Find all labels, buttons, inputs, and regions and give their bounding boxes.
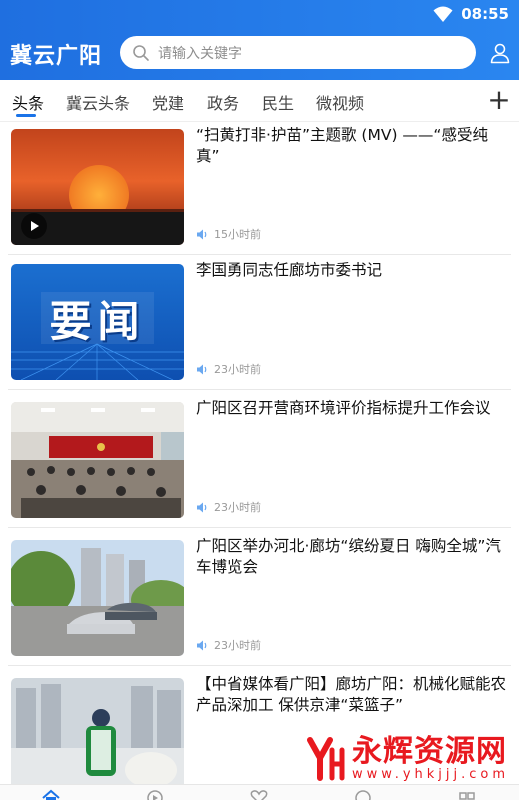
app-title: 冀云广阳	[10, 44, 103, 69]
play-video-icon[interactable]	[21, 213, 47, 239]
home-icon[interactable]	[42, 789, 60, 800]
watermark-url: www.yhkjjj.com	[352, 767, 510, 782]
news-item[interactable]: 广阳区召开营商环境评价指标提升工作会议 23小时前	[0, 394, 519, 528]
tab-livelihood[interactable]: 民生	[262, 90, 294, 114]
news-meta: 15小时前	[196, 226, 261, 242]
video-icon[interactable]	[146, 789, 164, 800]
news-thumbnail-factory	[11, 678, 184, 794]
news-time: 23小时前	[214, 501, 261, 514]
news-title: 【中省媒体看广阳】廊坊广阳：机械化赋能农产品深加工 保供京津“菜篮子”	[196, 675, 507, 714]
search-input[interactable]: 请输入关键字	[120, 36, 476, 69]
tab-indicator	[16, 114, 36, 117]
watermark-name: 永辉资源网	[352, 734, 507, 769]
news-title: 广阳区举办河北·廊坊“缤纷夏日 嗨购全城”汽车博览会	[196, 537, 501, 576]
add-channel-icon[interactable]: +	[487, 86, 511, 114]
news-meta: 23小时前	[196, 637, 261, 653]
news-time: 23小时前	[214, 639, 261, 652]
speaker-icon[interactable]	[196, 363, 209, 376]
news-title: 广阳区召开营商环境评价指标提升工作会议	[196, 399, 491, 417]
search-icon	[133, 44, 149, 61]
watermark: 永辉资源网 www.yhkjjj.com	[306, 736, 509, 782]
bottom-nav	[0, 784, 519, 800]
status-time: 08:55	[461, 5, 509, 23]
yaowen-label: 要闻	[49, 297, 146, 346]
speaker-icon[interactable]	[196, 501, 209, 514]
divider	[8, 254, 511, 255]
header: 冀云广阳 请输入关键字	[0, 36, 519, 70]
tab-party-building[interactable]: 党建	[152, 90, 184, 114]
heart-icon[interactable]	[250, 789, 268, 800]
user-icon[interactable]	[489, 42, 511, 64]
divider	[8, 665, 511, 666]
news-thumbnail-yaowen: 要闻	[11, 264, 184, 380]
top-app-bar: 08:55 冀云广阳 请输入关键字	[0, 0, 519, 80]
tab-jiyun-headline[interactable]: 冀云头条	[66, 90, 130, 114]
tab-micro-video[interactable]: 微视频	[316, 90, 364, 114]
news-item[interactable]: 要闻 李国勇同志任廊坊市委书记 23小时前	[0, 256, 519, 390]
news-meta: 23小时前	[196, 361, 261, 377]
news-thumbnail-meeting	[11, 402, 184, 518]
news-time: 23小时前	[214, 363, 261, 376]
status-bar: 08:55	[0, 0, 519, 30]
divider	[8, 389, 511, 390]
grid-icon[interactable]	[458, 789, 476, 800]
news-thumbnail-car-expo	[11, 540, 184, 656]
speaker-icon[interactable]	[196, 228, 209, 241]
news-time: 15小时前	[214, 228, 261, 241]
tab-government[interactable]: 政务	[207, 90, 239, 114]
speaker-icon[interactable]	[196, 639, 209, 652]
news-thumbnail-sunset	[11, 129, 184, 245]
news-item[interactable]: “扫黄打非·护苗”主题歌 (MV) ——“感受纯真” 15小时前	[0, 121, 519, 255]
channel-tabs: 头条 冀云头条 党建 政务 民生 微视频 +	[0, 80, 519, 122]
news-title: “扫黄打非·护苗”主题歌 (MV) ——“感受纯真”	[196, 126, 488, 165]
service-icon[interactable]	[354, 789, 372, 800]
wifi-icon	[433, 6, 453, 22]
news-meta: 23小时前	[196, 499, 261, 515]
divider	[8, 527, 511, 528]
news-item[interactable]: 广阳区举办河北·廊坊“缤纷夏日 嗨购全城”汽车博览会 23小时前	[0, 532, 519, 666]
news-title: 李国勇同志任廊坊市委书记	[196, 261, 383, 279]
search-placeholder: 请输入关键字	[158, 45, 242, 62]
tab-headline[interactable]: 头条	[12, 90, 44, 114]
watermark-logo-icon	[307, 737, 345, 781]
